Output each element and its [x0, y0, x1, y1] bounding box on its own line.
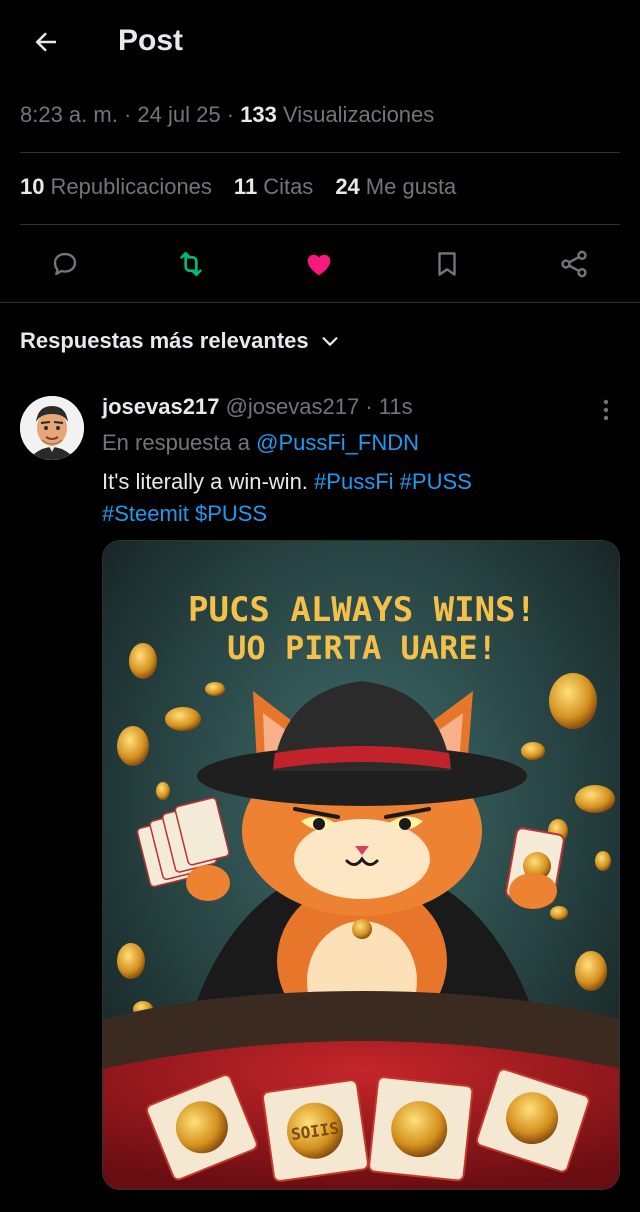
reply-text: It's literally a win-win. #PussFi #PUSS … — [102, 466, 622, 530]
back-button[interactable] — [26, 22, 66, 62]
divider — [0, 302, 640, 303]
quotes-stat[interactable]: 11 Citas — [234, 174, 313, 200]
heart-icon — [307, 254, 331, 276]
views-count: 133 — [240, 102, 277, 127]
hashtag-link[interactable]: #PussFi — [314, 469, 393, 494]
likes-stat[interactable]: 24 Me gusta — [335, 174, 456, 200]
repost-button[interactable] — [171, 244, 211, 284]
avatar-face-icon — [20, 396, 84, 460]
bookmark-icon — [438, 252, 456, 276]
share-icon — [561, 250, 587, 278]
action-bar — [0, 236, 640, 292]
share-button[interactable] — [554, 244, 594, 284]
like-button[interactable] — [299, 244, 339, 284]
sort-label: Respuestas más relevantes — [20, 328, 309, 353]
reply-header: josevas217 @josevas217 · 11s — [102, 394, 413, 420]
image-title-line2: UO PIRTA UARE! — [227, 629, 497, 667]
post-stats: 10 Republicaciones 11 Citas 24 Me gusta — [20, 174, 456, 200]
likes-label: Me gusta — [365, 174, 457, 199]
page-title: Post — [118, 24, 184, 57]
views-label: Visualizaciones — [283, 102, 435, 127]
in-reply-to-link[interactable]: @PussFi_FNDN — [256, 430, 419, 455]
cashtag-link[interactable]: $PUSS — [195, 501, 267, 526]
hashtag-link[interactable]: #Steemit — [102, 501, 189, 526]
chevron-down-icon — [322, 337, 338, 346]
reply-body: It's literally a win-win. — [102, 469, 308, 494]
reply-time[interactable]: 11s — [379, 394, 413, 419]
cat-casino-illustration: PUCS ALWAYS WINS! UO PIRTA UARE! SOIIS — [103, 541, 619, 1189]
reposts-stat[interactable]: 10 Republicaciones — [20, 174, 212, 200]
reply-author-handle[interactable]: @josevas217 — [226, 394, 360, 419]
avatar[interactable] — [20, 396, 84, 460]
reposts-count: 10 — [20, 174, 45, 199]
in-reply-prefix: En respuesta a — [102, 430, 250, 455]
post-time: 8:23 a. m. — [20, 102, 118, 127]
more-options-button[interactable] — [592, 396, 620, 424]
reply-author-name[interactable]: josevas217 — [102, 394, 219, 419]
divider — [20, 224, 620, 225]
image-title-line1: PUCS ALWAYS WINS! — [188, 590, 536, 630]
in-reply-to: En respuesta a @PussFi_FNDN — [102, 430, 419, 456]
divider — [20, 152, 620, 153]
bookmark-button[interactable] — [427, 244, 467, 284]
post-date[interactable]: 24 jul 25 — [137, 102, 220, 127]
replies-sort-dropdown[interactable]: Respuestas más relevantes — [20, 328, 341, 354]
post-meta: 8:23 a. m. · 24 jul 25 · 133 Visualizaci… — [20, 102, 434, 128]
quotes-label: Citas — [263, 174, 314, 199]
reply-dot: · — [365, 394, 379, 419]
top-bar: Post — [0, 0, 640, 86]
reply-icon — [53, 252, 77, 276]
more-vertical-icon — [603, 399, 609, 421]
hashtag-link[interactable]: #PUSS — [400, 469, 472, 494]
reply-image[interactable]: PUCS ALWAYS WINS! UO PIRTA UARE! SOIIS — [102, 540, 620, 1190]
quotes-count: 11 — [233, 174, 258, 199]
arrow-left-icon — [35, 32, 56, 52]
meta-dot: · — [123, 102, 138, 127]
meta-dot: · — [226, 102, 241, 127]
repost-icon — [180, 252, 202, 276]
reply-button[interactable] — [45, 244, 85, 284]
likes-count: 24 — [335, 174, 360, 199]
reposts-label: Republicaciones — [50, 174, 212, 199]
